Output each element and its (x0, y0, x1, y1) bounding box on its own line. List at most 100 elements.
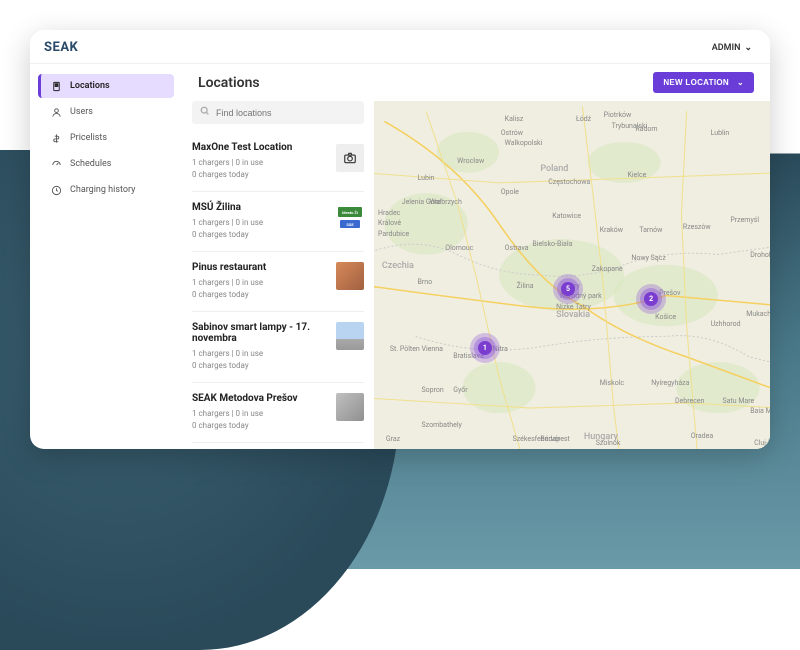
map-city-label: Bielsko-Biała (532, 240, 572, 248)
map-city-label: Kraków (600, 226, 623, 234)
sidebar-item-label: Locations (70, 81, 110, 91)
map-city-label: Brno (418, 278, 433, 286)
gauge-icon (50, 158, 62, 170)
location-item[interactable]: MSÚ Žilina 1 chargers | 0 in use0 charges… (192, 192, 364, 252)
map-city-label: Králové (378, 219, 401, 227)
location-title: MSÚ Žilina (192, 202, 328, 213)
map-city-label: Graz (386, 435, 400, 443)
chevron-down-icon: ⌄ (744, 43, 752, 53)
map-city-label: Drohobych (750, 251, 770, 259)
location-chargers: 1 chargers | 0 in use (192, 408, 328, 420)
map-city-label: Győr (453, 386, 467, 394)
location-thumb (336, 322, 364, 350)
location-charges: 0 charges today (192, 229, 328, 241)
map-city-label: Opole (501, 188, 519, 196)
map-city-label: Piotrków (604, 111, 632, 119)
map-city-label: Satu Mare (722, 397, 754, 405)
map-city-label: Ostrów (501, 129, 523, 137)
marker-count: 2 (644, 292, 658, 306)
map-city-label: Debrecen (675, 397, 705, 405)
search-icon (200, 106, 210, 119)
map-city-label: Przemyśl (730, 216, 759, 224)
sidebar-item-clock[interactable]: Charging history (38, 178, 174, 202)
location-thumb (336, 144, 364, 172)
map-marker[interactable]: 2 (642, 290, 660, 308)
location-thumb (336, 262, 364, 290)
map-city-label: Katowice (552, 212, 581, 220)
map-city-label: Szombathely (422, 421, 462, 429)
map-city-label: Łódź (576, 115, 591, 123)
location-charges: 0 charges today (192, 420, 328, 432)
map-city-label: Szolnok (596, 439, 621, 447)
map-city-label: Miskolc (600, 379, 624, 387)
location-item[interactable]: SEAK Metodova Prešov 1 chargers | 0 in us… (192, 383, 364, 443)
map-city-label: Hradec (378, 209, 400, 217)
map-city-label: Székesfehérvár (513, 435, 561, 443)
map[interactable]: CzechiaSlovakiaHungaryPolandŁódźWrocławK… (374, 101, 770, 449)
map-city-label: St. Pölten (390, 345, 420, 353)
location-thumb (336, 393, 364, 421)
map-city-label: Nyíregyháza (651, 379, 689, 387)
sidebar-item-user[interactable]: Users (38, 100, 174, 124)
page-title: Locations (198, 75, 260, 91)
map-city-label: Mukachevo (746, 310, 770, 318)
location-chargers: 1 chargers | 0 in use (192, 217, 328, 229)
map-city-label: Sopron (422, 386, 444, 394)
map-city-label: Jelenia Góra (402, 198, 441, 206)
chevron-down-icon: ⌄ (737, 78, 744, 87)
map-city-label: Košice (655, 313, 676, 321)
location-item[interactable]: MaxOne Test Location 1 chargers | 0 in us… (192, 132, 364, 192)
map-city-label: Lubin (418, 174, 435, 182)
new-location-button[interactable]: NEW LOCATION ⌄ (653, 72, 754, 93)
map-country-label: Poland (540, 164, 568, 174)
sidebar-item-location[interactable]: Locations (38, 74, 174, 98)
map-city-label: Pardubice (378, 230, 409, 238)
clock-icon (50, 184, 62, 196)
location-title: Sabinov smart lampy - 17. novembra (192, 322, 328, 344)
map-city-label: Walkopolski (505, 139, 543, 147)
map-city-label: Baia Mare (750, 407, 770, 415)
map-city-label: Nízke Tatry (556, 303, 591, 311)
map-city-label: Wrocław (457, 157, 484, 165)
map-city-label: Vienna (422, 345, 443, 353)
location-thumb: Mesto Ži SSE (336, 204, 364, 232)
marker-count: 5 (561, 282, 575, 296)
sidebar-item-label: Charging history (70, 185, 135, 195)
sidebar: Locations Users Pricelists Schedules Chargin… (30, 64, 182, 449)
location-item[interactable]: Sabinov smart lampy - 17. novembra 1 char… (192, 312, 364, 383)
location-chargers: 1 chargers | 0 in use (192, 348, 328, 360)
map-city-label: Žilina (517, 282, 534, 290)
map-city-label: Uzhhorod (711, 320, 741, 328)
map-city-label: Zakopane (592, 265, 623, 273)
map-city-label: Tarnów (639, 226, 662, 234)
location-title: SEAK Metodova Prešov (192, 393, 328, 404)
map-city-label: Ostrava (505, 244, 529, 252)
sidebar-item-label: Schedules (70, 159, 111, 169)
map-city-label: Nowy Sącz (631, 254, 665, 262)
map-city-label: Częstochowa (548, 178, 590, 186)
search-box[interactable] (192, 101, 364, 124)
location-item[interactable]: Pinus restaurant1 chargers | 0 in use0 c… (192, 252, 364, 312)
user-icon (50, 106, 62, 118)
search-input[interactable] (216, 108, 356, 118)
location-title: MaxOne Test Location (192, 142, 328, 153)
location-chargers: 1 chargers | 0 in use (192, 157, 328, 169)
sidebar-item-label: Users (70, 107, 93, 117)
map-city-label: Trybunalski (612, 122, 648, 130)
svg-text:SSE: SSE (346, 222, 354, 227)
location-charges: 0 charges today (192, 360, 328, 372)
map-marker[interactable]: 5 (559, 280, 577, 298)
location-charges: 0 charges today (192, 169, 328, 181)
map-city-label: Rzeszów (683, 223, 711, 231)
new-location-label: NEW LOCATION (663, 78, 729, 87)
sidebar-item-money[interactable]: Pricelists (38, 126, 174, 150)
map-country-label: Slovakia (556, 310, 590, 320)
map-city-label: Lublin (711, 129, 730, 137)
svg-text:Mesto Ži: Mesto Ži (342, 210, 358, 215)
map-city-label: Kalisz (505, 115, 524, 123)
location-charges: 0 charges today (192, 289, 328, 301)
marker-count: 1 (478, 341, 492, 355)
sidebar-item-gauge[interactable]: Schedules (38, 152, 174, 176)
map-marker[interactable]: 1 (476, 339, 494, 357)
user-menu[interactable]: ADMIN ⌄ (712, 43, 752, 53)
